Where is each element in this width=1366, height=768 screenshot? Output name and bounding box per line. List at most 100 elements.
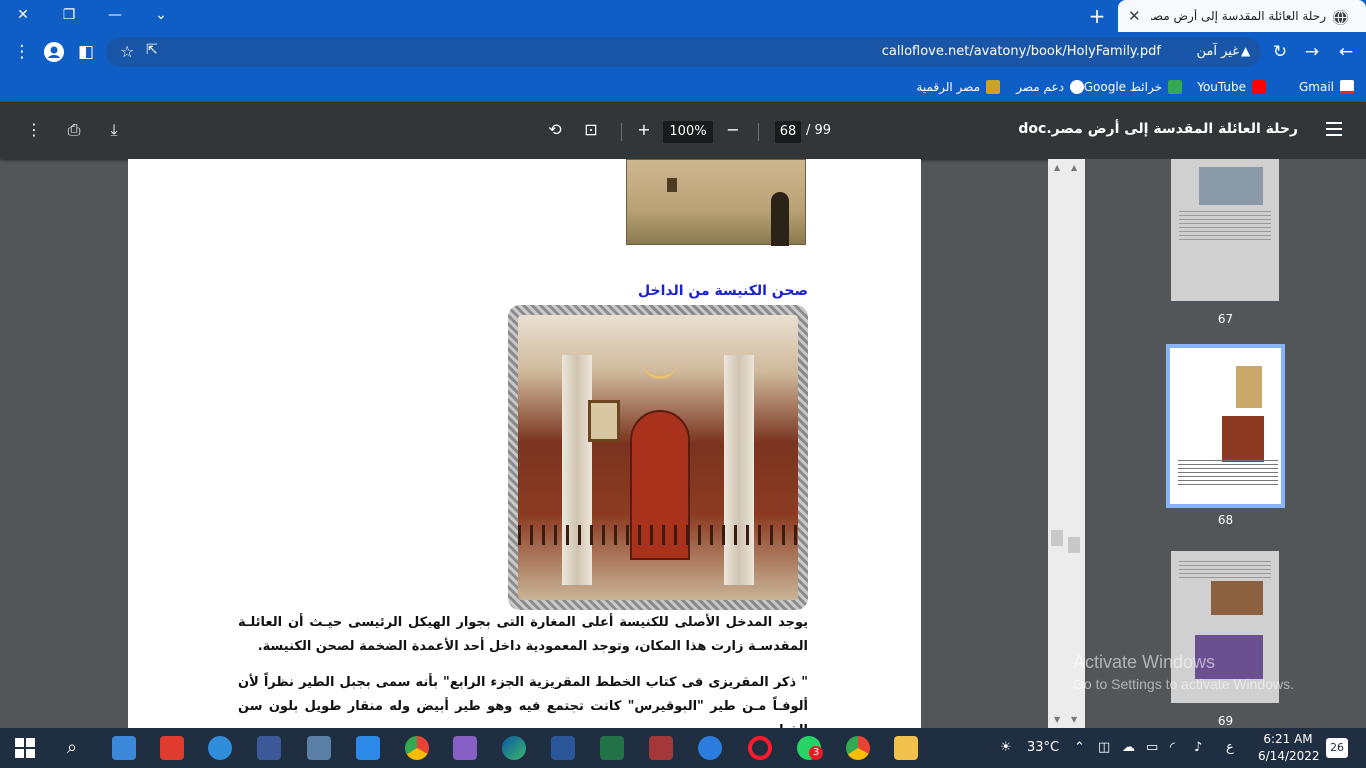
new-tab-button[interactable]: +	[1087, 4, 1107, 28]
bookmark-youtube[interactable]: YouTube	[1197, 78, 1266, 96]
excel-icon[interactable]	[600, 736, 624, 760]
file-explorer-icon[interactable]	[894, 736, 918, 760]
menu-icon[interactable]	[1326, 122, 1342, 136]
globe-icon	[1333, 10, 1348, 25]
zoom-in-icon[interactable]: +	[632, 118, 656, 142]
tab-strip: ✕ ❐ — ⌄ + رحلة العائلة المقدسة إلى أرض م…	[0, 0, 1366, 34]
bookmark-star-icon[interactable]: ☆	[120, 42, 134, 61]
bookmark-label: Gmail	[1298, 80, 1334, 94]
bookmark-label: YouTube	[1197, 80, 1246, 94]
thumbnail-number: 67	[1217, 312, 1234, 326]
autocad-icon[interactable]	[160, 736, 184, 760]
warning-icon[interactable]: ▲	[1241, 44, 1255, 58]
tray-chevron-icon[interactable]: ⌃	[1074, 740, 1085, 755]
notification-center-badge[interactable]: 26	[1326, 738, 1348, 758]
chrome-active-icon[interactable]	[846, 736, 870, 760]
thumbnail-sidebar: 67 68 69	[1085, 159, 1366, 728]
forward-icon[interactable]: →	[1298, 38, 1326, 66]
edge-icon[interactable]	[502, 736, 526, 760]
scroll-thumb[interactable]	[1051, 530, 1063, 546]
thumbnail-image	[1211, 581, 1263, 615]
bookmark-gmail[interactable]: Gmail	[1299, 78, 1354, 96]
restore-window-icon[interactable]: ❐	[46, 0, 92, 30]
pdf-toolbar: رحلة العائلة المقدسة إلى أرض مصر.doc 68 …	[0, 102, 1366, 159]
scroll-up-icon[interactable]: ▲	[1054, 163, 1060, 172]
chrome-icon[interactable]	[405, 736, 429, 760]
thumbnail-image	[1222, 416, 1264, 462]
profile-icon[interactable]	[40, 38, 68, 66]
word-icon[interactable]	[551, 736, 575, 760]
fit-page-icon[interactable]: ⊡	[579, 118, 603, 142]
tab-search-icon[interactable]: ⌄	[138, 0, 184, 30]
onedrive-icon[interactable]: ☁	[1122, 740, 1135, 755]
section-heading: صحن الكنيسة من الداخل	[638, 283, 808, 299]
gmail-icon	[1340, 80, 1354, 94]
watermark-subtitle: Go to Settings to activate Windows.	[1073, 676, 1294, 692]
side-panel-icon[interactable]: ◧	[72, 38, 100, 66]
weather-temp[interactable]: 33°C	[1027, 740, 1059, 755]
meet-now-icon[interactable]: ◫	[1098, 740, 1110, 755]
page-number-input[interactable]: 68	[775, 121, 801, 143]
download-icon[interactable]: ⤓	[102, 118, 126, 142]
battery-icon[interactable]: ▭	[1146, 740, 1158, 755]
bookmark-label: دعم مصر	[1016, 80, 1064, 94]
minimize-window-icon[interactable]: —	[92, 0, 138, 30]
close-tab-icon[interactable]: ✕	[1128, 7, 1141, 25]
bookmarks-bar: Gmail YouTube خرائط Google دعم مصر مصر ا…	[0, 72, 1366, 102]
share-icon[interactable]: ⇱	[146, 42, 158, 58]
scroll-down-icon[interactable]: ▼	[1054, 715, 1060, 724]
pdf-title: رحلة العائلة المقدسة إلى أرض مصر.doc	[1018, 121, 1298, 137]
wifi-icon[interactable]: ◜	[1170, 740, 1175, 755]
language-indicator[interactable]: ع	[1226, 740, 1234, 755]
bookmark-digital-egypt[interactable]: مصر الرقمية	[916, 78, 1000, 96]
scroll-down-icon[interactable]: ▼	[1071, 715, 1077, 724]
back-icon[interactable]: ←	[1332, 38, 1360, 66]
page-total: / 99	[806, 123, 832, 138]
more-options-icon[interactable]: ⋮	[22, 118, 46, 142]
chrome-menu-icon[interactable]: ⋮	[8, 38, 36, 66]
active-tab[interactable]: رحلة العائلة المقدسة إلى أرض مصر ✕	[1118, 0, 1366, 34]
thumbnail-number: 68	[1217, 513, 1234, 527]
scroll-thumb[interactable]	[1068, 537, 1080, 553]
page-scrollbar[interactable]: ▲ ▲ ▼ ▼	[1048, 159, 1085, 728]
print-icon[interactable]: ⎙	[62, 118, 86, 142]
photo-content	[518, 315, 798, 600]
clock[interactable]: 6:21 AM 6/14/2022	[1258, 731, 1320, 765]
clock-time: 6:21 AM	[1263, 732, 1313, 746]
whatsapp-icon[interactable]: 3	[797, 736, 823, 760]
sync-app-icon[interactable]	[698, 736, 722, 760]
body-paragraph: " ذكر المقريزى فى كتاب الخطط المقريزية ا…	[238, 675, 808, 728]
zoom-input[interactable]: 100%	[663, 121, 713, 143]
zoom-out-icon[interactable]: −	[721, 118, 745, 142]
visual-studio-icon[interactable]	[453, 736, 477, 760]
access-icon[interactable]	[649, 736, 673, 760]
windows-start-icon[interactable]	[13, 736, 37, 760]
close-window-icon[interactable]: ✕	[0, 0, 46, 30]
scroll-up-icon[interactable]: ▲	[1071, 163, 1077, 172]
rotate-icon[interactable]: ⟲	[543, 118, 567, 142]
bookmark-support-egypt[interactable]: دعم مصر	[1016, 78, 1084, 96]
url-text[interactable]: calloflove.net/avatony/book/HolyFamily.p…	[882, 44, 1161, 59]
volume-icon[interactable]: ♪	[1194, 740, 1202, 755]
omnibox[interactable]: ☆ ⇱ calloflove.net/avatony/book/HolyFami…	[106, 37, 1261, 67]
church-exterior-photo	[626, 159, 806, 246]
control-panel-icon[interactable]	[112, 736, 136, 760]
thumbnail-page-selected[interactable]	[1166, 344, 1285, 508]
security-label[interactable]: غير آمن	[1197, 44, 1240, 59]
digital-egypt-icon	[986, 80, 1000, 94]
thumbnail-page[interactable]	[1171, 159, 1279, 301]
column-shape	[724, 355, 754, 585]
calculator-icon[interactable]	[307, 736, 331, 760]
windows-taskbar: ⌕ 3 ☀ 33°C ⌃ ◫ ☁ ▭ ◜ ♪ ع 6:21 AM 6/14/20…	[0, 728, 1366, 768]
thumbnail-image	[1199, 167, 1263, 205]
facebook-icon[interactable]	[257, 736, 281, 760]
bookmark-google-maps[interactable]: خرائط Google	[1084, 78, 1182, 96]
thumbnail-text	[1179, 211, 1271, 241]
opera-icon[interactable]	[748, 736, 772, 760]
reload-icon[interactable]: ↻	[1266, 38, 1294, 66]
chandelier-shape	[642, 355, 678, 379]
calendar-icon[interactable]	[356, 736, 380, 760]
magnifier-icon[interactable]	[208, 736, 232, 760]
search-icon[interactable]: ⌕	[60, 736, 84, 760]
weather-icon[interactable]: ☀	[1000, 740, 1012, 755]
